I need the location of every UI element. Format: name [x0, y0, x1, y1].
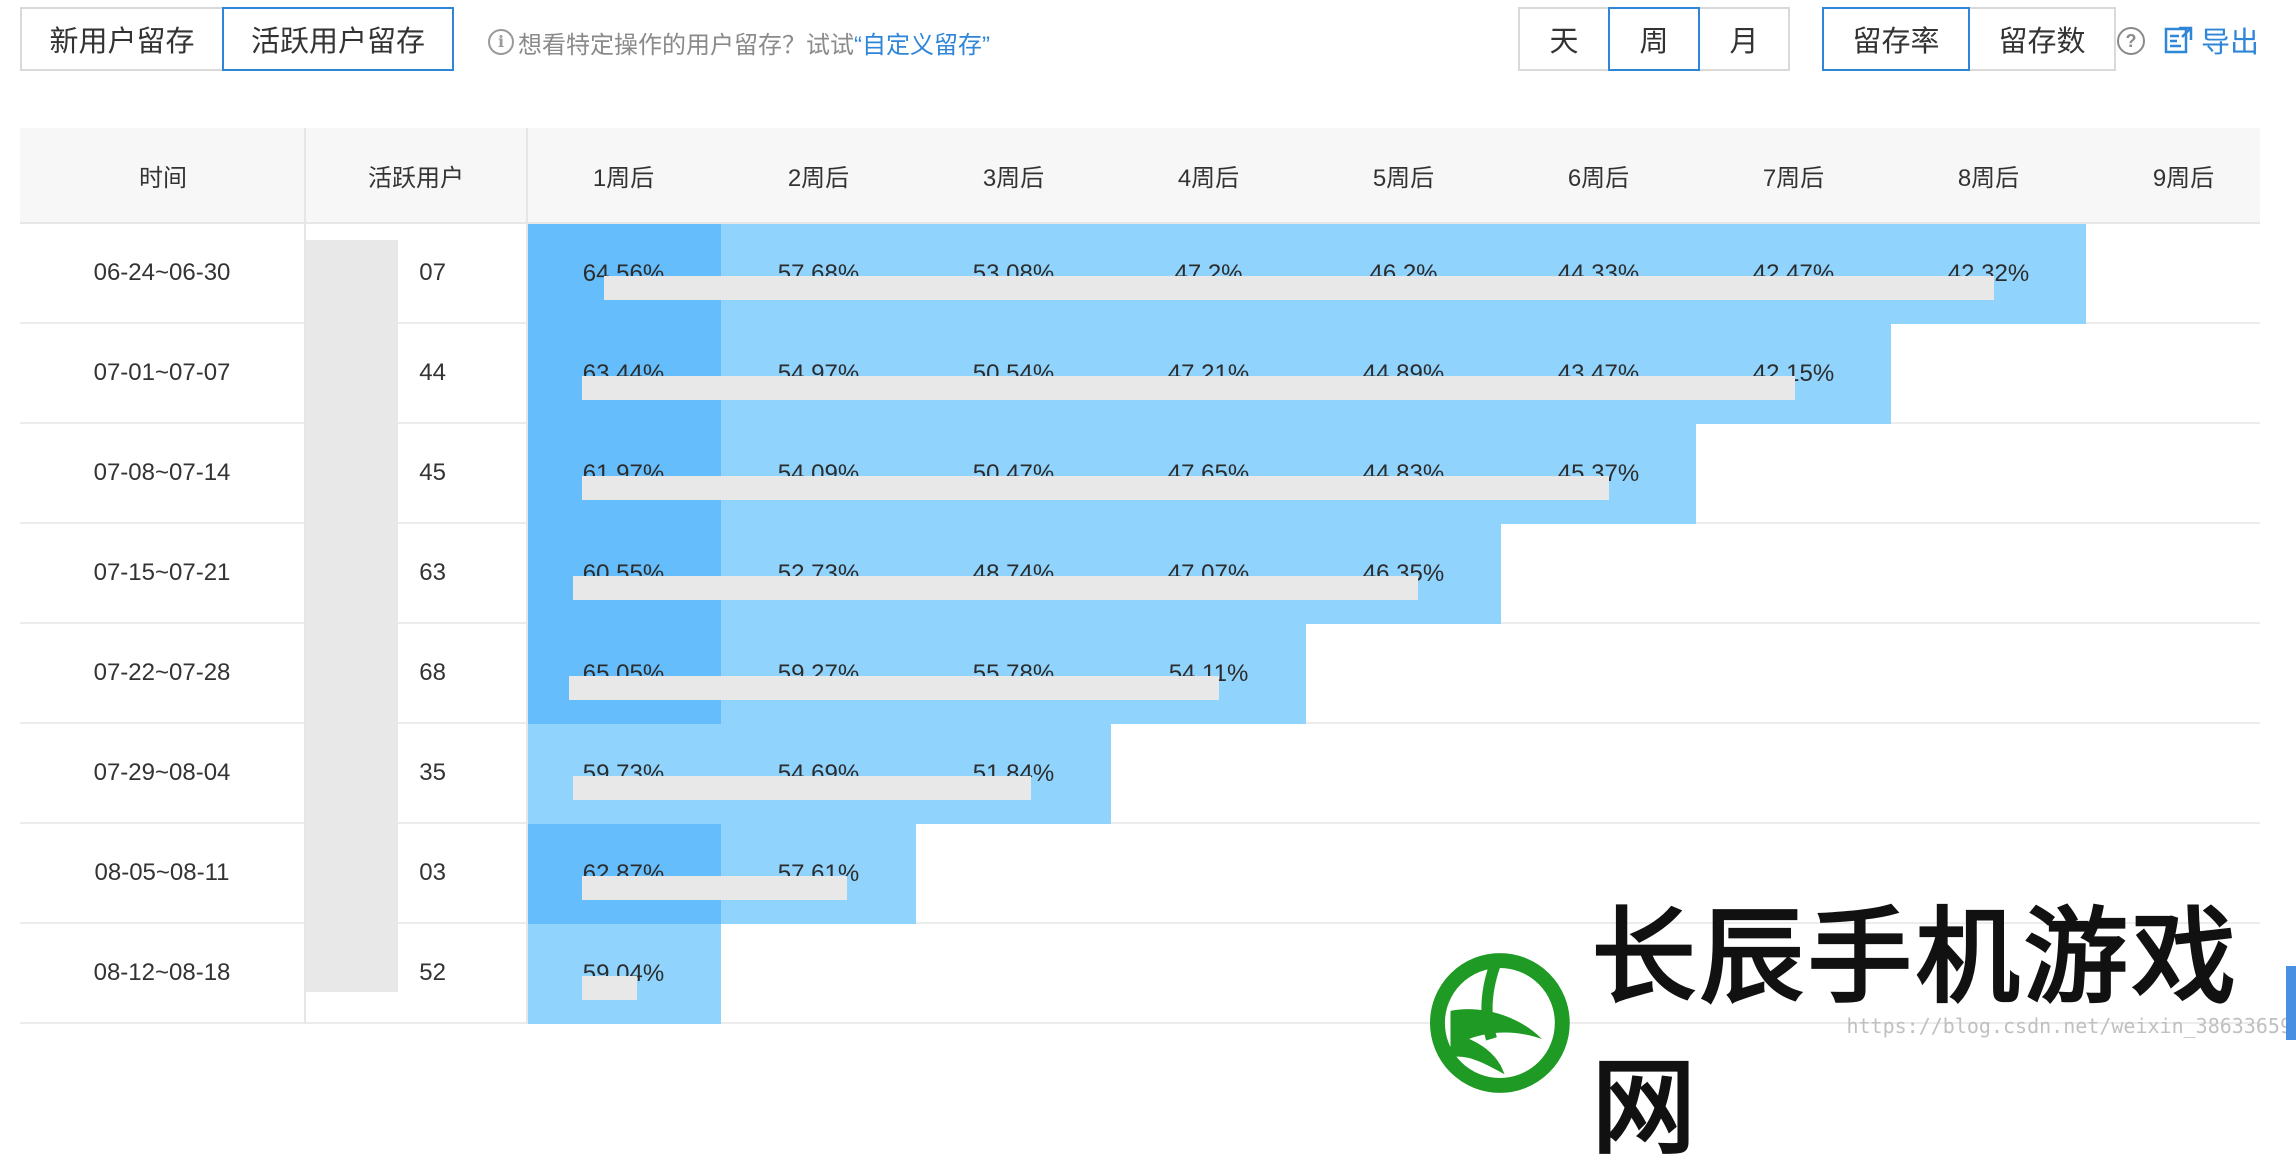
retention-cell: 60.55% — [526, 524, 721, 624]
retention-cell: 57.61% — [721, 824, 916, 924]
retention-cell: 65.05% — [526, 624, 721, 724]
period-week-button[interactable]: 周 — [1608, 7, 1700, 71]
retention-cell: 64.56% — [526, 224, 721, 324]
table-header: 时间 活跃用户 1周后 2周后 3周后 4周后 5周后 6周后 7周后 8周后 9周后 — [20, 128, 2260, 224]
tab-active-user-retention[interactable]: 活跃用户留存 — [222, 7, 454, 71]
toolbar: 新用户留存 活跃用户留存 i 想看特定操作的用户留存？试试 “自定义留存” 天 … — [0, 0, 2296, 80]
retention-cell: 48.74% — [916, 524, 1111, 624]
row-time: 07-15~07-21 — [93, 559, 231, 586]
hint-text: 想看特定操作的用户留存？试试 — [518, 31, 854, 59]
header-week-6: 6周后 — [1567, 164, 1630, 192]
export-button[interactable]: 导出 — [2163, 20, 2259, 60]
retention-cell: 59.27% — [721, 624, 916, 724]
watermark-url: https://blog.csdn.net/weixin_38633659 — [1846, 1014, 2292, 1038]
retention-cell: 44.89% — [1306, 324, 1501, 424]
retention-cell: 46.35% — [1306, 524, 1501, 624]
metric-count-button[interactable]: 留存数 — [1968, 7, 2116, 71]
header-week-8: 8周后 — [1957, 164, 2020, 192]
period-month-button[interactable]: 月 — [1698, 7, 1790, 71]
retention-cell: 44.33% — [1501, 224, 1696, 324]
info-icon: i — [488, 29, 514, 55]
row-time: 07-29~08-04 — [93, 759, 231, 786]
redaction-mask-bar — [573, 776, 1031, 800]
export-icon — [2164, 26, 2193, 54]
retention-cell: 54.69% — [721, 724, 916, 824]
retention-cell: 54.11% — [1111, 624, 1306, 724]
header-week-9: 9周后 — [2152, 164, 2215, 192]
retention-cell: 50.54% — [916, 324, 1111, 424]
retention-cell: 42.15% — [1696, 324, 1891, 424]
retention-cell: 54.09% — [721, 424, 916, 524]
custom-retention-hint: i 想看特定操作的用户留存？试试 “自定义留存” — [488, 22, 990, 62]
redaction-mask-bar — [569, 676, 1219, 700]
retention-cell: 54.97% — [721, 324, 916, 424]
scroll-edge — [2286, 966, 2296, 1040]
retention-cell: 61.97% — [526, 424, 721, 524]
header-week-1: 1周后 — [592, 164, 655, 192]
retention-cell: 42.47% — [1696, 224, 1891, 324]
header-active-users: 活跃用户 — [368, 164, 464, 192]
retention-cell: 44.83% — [1306, 424, 1501, 524]
redaction-mask-bar — [582, 376, 1795, 400]
redaction-mask-users — [306, 240, 398, 992]
retention-cell: 46.2% — [1306, 224, 1501, 324]
redaction-mask-bar — [582, 476, 1609, 500]
header-week-7: 7周后 — [1762, 164, 1825, 192]
retention-cell: 53.08% — [916, 224, 1111, 324]
retention-cell: 62.87% — [526, 824, 721, 924]
row-time: 07-08~07-14 — [93, 459, 231, 486]
retention-cell: 57.68% — [721, 224, 916, 324]
watermark-logo-icon — [1430, 953, 1570, 1093]
retention-cell: 45.37% — [1501, 424, 1696, 524]
retention-cell: 50.47% — [916, 424, 1111, 524]
header-week-2: 2周后 — [787, 164, 850, 192]
retention-cell: 51.84% — [916, 724, 1111, 824]
retention-cell: 47.21% — [1111, 324, 1306, 424]
row-time: 07-22~07-28 — [93, 659, 231, 686]
help-icon[interactable]: ? — [2117, 27, 2145, 55]
redaction-mask-bar — [573, 576, 1418, 600]
header-week-5: 5周后 — [1372, 164, 1435, 192]
custom-retention-link[interactable]: “自定义留存” — [854, 25, 990, 60]
retention-cell: 47.2% — [1111, 224, 1306, 324]
retention-cell: 52.73% — [721, 524, 916, 624]
retention-cell: 42.32% — [1891, 224, 2086, 324]
retention-cell: 55.78% — [916, 624, 1111, 724]
column-divider — [526, 128, 528, 1024]
tab-new-user-retention[interactable]: 新用户留存 — [20, 7, 224, 71]
row-time: 08-05~08-11 — [94, 859, 230, 886]
redaction-mask-bar — [604, 276, 1994, 300]
period-day-button[interactable]: 天 — [1518, 7, 1610, 71]
retention-cell: 63.44% — [526, 324, 721, 424]
retention-cell: 43.47% — [1501, 324, 1696, 424]
retention-cell: 47.07% — [1111, 524, 1306, 624]
header-week-4: 4周后 — [1177, 164, 1240, 192]
header-week-3: 3周后 — [982, 164, 1045, 192]
retention-cell: 59.73% — [526, 724, 721, 824]
redaction-mask-bar — [582, 976, 637, 1000]
retention-cell: 47.65% — [1111, 424, 1306, 524]
row-time: 07-01~07-07 — [93, 359, 231, 386]
header-time: 时间 — [139, 164, 187, 192]
export-label: 导出 — [2201, 27, 2260, 59]
redaction-mask-bar — [582, 876, 847, 900]
row-time: 06-24~06-30 — [93, 259, 231, 286]
retention-cell: 59.04% — [526, 924, 721, 1024]
row-time: 08-12~08-18 — [93, 959, 231, 986]
metric-rate-button[interactable]: 留存率 — [1822, 7, 1970, 71]
